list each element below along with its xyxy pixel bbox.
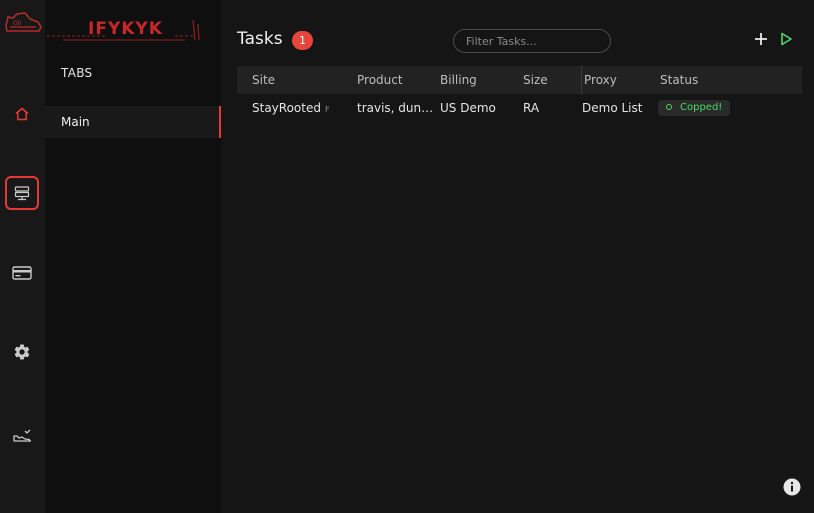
filter-tasks-input[interactable]	[453, 29, 611, 53]
add-task-button[interactable]	[752, 30, 770, 48]
settings-button[interactable]	[5, 335, 39, 369]
server-icon	[14, 186, 30, 201]
sneaker-button[interactable]	[5, 419, 39, 453]
sneaker-icon	[13, 429, 32, 442]
task-proxy: Demo List	[582, 101, 643, 115]
page-title: Tasks	[237, 29, 283, 49]
svg-text:Gb: Gb	[13, 20, 22, 27]
icon-rail: Gb	[0, 0, 46, 513]
column-header-product[interactable]: Product	[357, 66, 437, 94]
play-icon	[781, 32, 792, 46]
sneaker-logo-icon: Gb	[5, 12, 42, 32]
task-size: RA	[523, 101, 540, 115]
status-text: Copped!	[680, 102, 723, 113]
tabs-panel: IFYKYK TABS Main	[45, 0, 221, 513]
home-button[interactable]	[5, 97, 39, 131]
task-billing: US Demo	[440, 101, 496, 115]
tasks-button[interactable]	[5, 176, 39, 210]
column-header-size[interactable]: Size	[523, 66, 548, 94]
status-dot-icon	[666, 104, 672, 110]
credit-card-icon	[12, 266, 32, 280]
info-icon[interactable]	[783, 478, 801, 496]
tasks-main: Tasks 1 Site Product Billing Size Proxy …	[221, 0, 814, 513]
column-header-proxy[interactable]: Proxy	[584, 66, 617, 94]
column-header-site[interactable]: Site	[252, 66, 275, 94]
tab-main-label: Main	[61, 115, 90, 129]
column-header-status[interactable]: Status	[660, 66, 698, 94]
brand-name: IFYKYK	[88, 19, 163, 39]
task-product: travis, dunk,yeezy	[357, 101, 437, 115]
plus-icon	[755, 33, 767, 45]
column-header-billing[interactable]: Billing	[440, 66, 477, 94]
table-row[interactable]: StayRootedF travis, dunk,yeezy US Demo R…	[237, 94, 802, 122]
task-site: StayRooted F	[252, 94, 330, 124]
status-badge: Copped!	[658, 100, 731, 116]
billing-button[interactable]	[5, 256, 39, 290]
table-header: Site Product Billing Size Proxy Status	[237, 66, 802, 94]
home-icon	[15, 107, 29, 121]
tabs-heading: TABS	[61, 66, 93, 80]
gear-icon	[14, 344, 30, 360]
task-site-name: StayRooted	[252, 101, 321, 115]
tab-main[interactable]: Main	[45, 106, 221, 138]
ifykyk-logo: IFYKYK	[47, 19, 200, 41]
task-count-badge: 1	[292, 31, 313, 50]
task-site-flag: F	[324, 105, 330, 114]
start-tasks-button[interactable]	[777, 30, 795, 48]
column-divider[interactable]	[581, 66, 582, 94]
